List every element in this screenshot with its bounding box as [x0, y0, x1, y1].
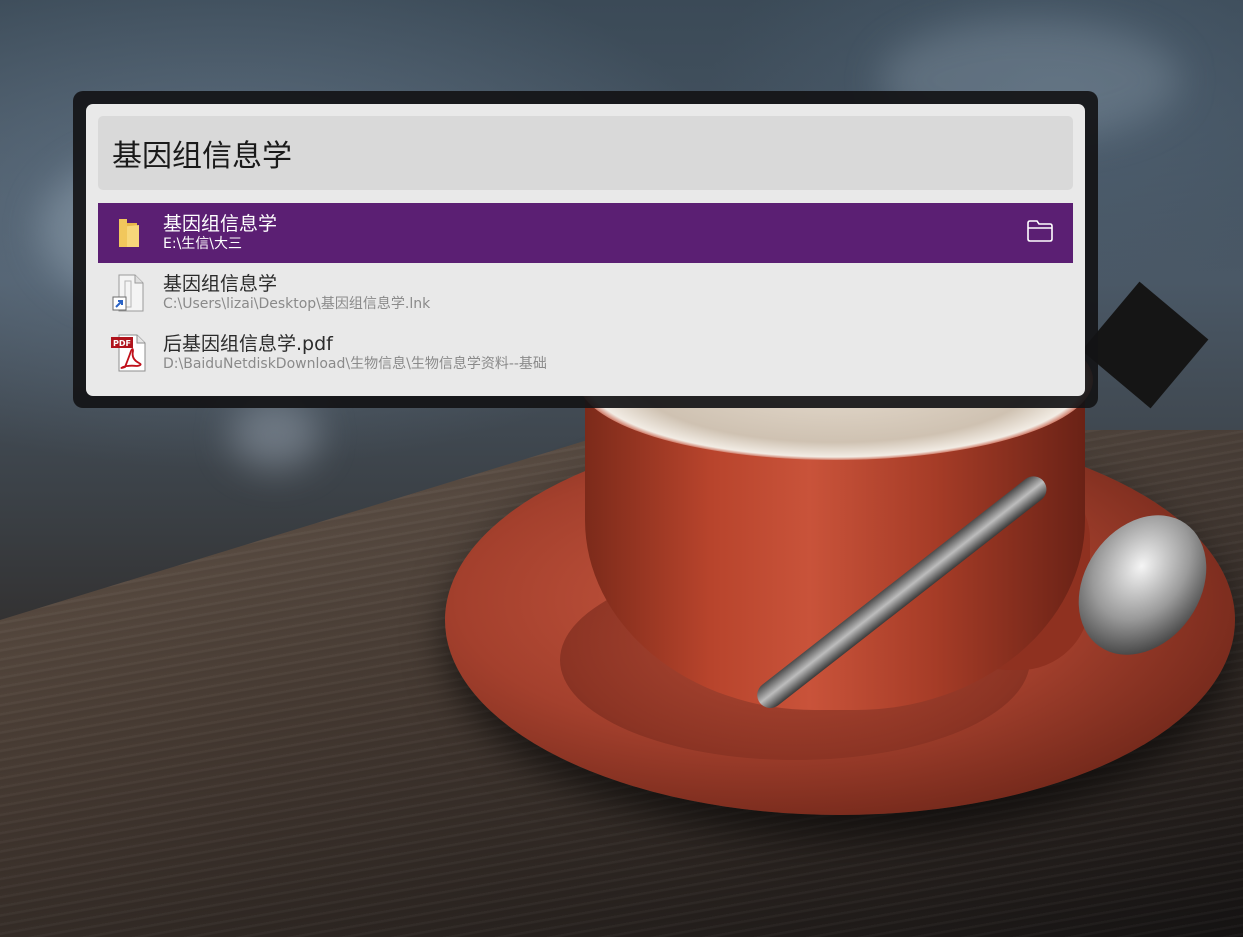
dark-object	[1081, 281, 1209, 409]
result-title: 基因组信息学	[163, 213, 278, 235]
search-box[interactable]	[98, 116, 1073, 190]
result-list: 基因组信息学 E:\生信\大三 基因组信息学 C:\Users\lizai\De…	[98, 203, 1073, 383]
shortcut-file-icon	[108, 273, 148, 313]
desktop-wallpaper: 基因组信息学 E:\生信\大三	[0, 0, 1243, 937]
open-folder-icon	[1026, 219, 1054, 247]
pdf-icon-label: PDF	[113, 339, 131, 348]
launcher-window: 基因组信息学 E:\生信\大三	[86, 104, 1085, 396]
search-input[interactable]	[110, 134, 1054, 172]
result-title: 基因组信息学	[163, 273, 278, 295]
folder-icon	[108, 213, 148, 253]
open-folder-button[interactable]	[1025, 218, 1055, 248]
result-item-folder[interactable]: 基因组信息学 E:\生信\大三	[98, 203, 1073, 263]
result-path: E:\生信\大三	[163, 236, 242, 252]
result-path: C:\Users\lizai\Desktop\基因组信息学.lnk	[163, 296, 431, 312]
result-item-pdf[interactable]: PDF 后基因组信息学.pdf D:\BaiduNetdiskDownload\…	[98, 323, 1073, 383]
pdf-file-icon: PDF	[108, 333, 148, 373]
result-title: 后基因组信息学.pdf	[163, 333, 333, 355]
result-path: D:\BaiduNetdiskDownload\生物信息\生物信息学资料--基础	[163, 356, 547, 372]
result-item-shortcut[interactable]: 基因组信息学 C:\Users\lizai\Desktop\基因组信息学.lnk	[98, 263, 1073, 323]
background-blur	[230, 400, 320, 470]
